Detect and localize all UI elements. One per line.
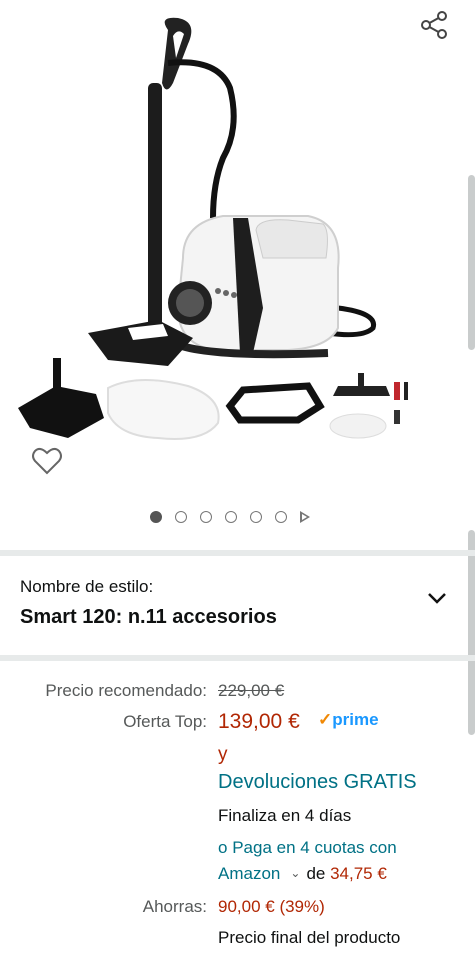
play-arrow-icon[interactable] xyxy=(300,511,310,523)
section-divider xyxy=(0,550,475,556)
style-value[interactable]: Smart 120: n.11 accesorios xyxy=(20,606,277,629)
gallery-pagination[interactable] xyxy=(150,508,310,526)
gallery-dot[interactable] xyxy=(250,511,262,523)
chevron-down-icon[interactable]: ⌄ xyxy=(290,866,300,880)
offer-price: 139,00 € xyxy=(218,710,300,733)
installments-link[interactable]: Paga en 4 cuotas con xyxy=(232,838,396,857)
accessory-triangle-brush xyxy=(18,386,104,438)
style-label: Nombre de estilo: xyxy=(20,577,154,596)
prime-badge: ✓prime xyxy=(318,710,379,730)
rrp-value: 229,00 € xyxy=(218,681,285,700)
installments-link-cont[interactable]: Amazon xyxy=(218,864,280,883)
offer-ends-text: Finaliza en 4 días xyxy=(218,806,352,825)
control-dot xyxy=(223,290,229,296)
installment-amount: 34,75 € xyxy=(330,864,387,883)
product-image[interactable] xyxy=(8,8,408,453)
gallery-dot[interactable] xyxy=(200,511,212,523)
section-divider xyxy=(0,655,475,661)
image-gallery[interactable] xyxy=(0,0,475,550)
steam-hose-upper xyxy=(167,59,237,219)
wheel-hub xyxy=(176,289,204,317)
accessory-frame xyxy=(225,382,325,424)
scrollbar[interactable] xyxy=(468,530,475,735)
accessory-cloth-cover xyxy=(107,379,220,440)
installments-line: o Paga en 4 cuotas con xyxy=(218,838,397,858)
control-dot xyxy=(231,292,237,298)
prime-text: prime xyxy=(332,710,379,729)
offer-label: Oferta Top: xyxy=(123,712,207,731)
savings-label: Ahorras: xyxy=(142,897,207,916)
accessory-brush xyxy=(394,410,400,424)
free-returns-link[interactable]: Devoluciones GRATIS xyxy=(218,771,417,794)
check-icon: ✓ xyxy=(318,710,333,729)
control-dot xyxy=(215,288,221,294)
chevron-down-icon[interactable] xyxy=(424,588,450,608)
installments-line-2: Amazon ⌄ de 34,75 € xyxy=(218,864,387,884)
installments-of: de xyxy=(306,864,326,883)
wand-tube xyxy=(148,83,162,343)
accessory-nozzle-black xyxy=(404,382,408,400)
scrollbar[interactable] xyxy=(468,175,475,350)
final-price-text: Precio final del producto xyxy=(218,928,401,947)
accessory-triangle-stem xyxy=(53,358,61,393)
heart-icon[interactable] xyxy=(30,444,64,478)
installments-prefix: o xyxy=(218,838,228,857)
gallery-dot[interactable] xyxy=(275,511,287,523)
accessory-window-tool-neck xyxy=(358,373,364,388)
savings-value: 90,00 € (39%) xyxy=(218,897,325,916)
accessory-cloth xyxy=(329,413,387,439)
gallery-dot[interactable] xyxy=(175,511,187,523)
gallery-dot[interactable] xyxy=(225,511,237,523)
accessory-nozzle-red xyxy=(394,382,400,400)
share-icon[interactable] xyxy=(418,8,452,42)
water-tank-cap xyxy=(255,219,328,259)
rrp-label: Precio recomendado: xyxy=(45,681,207,700)
and-text: y xyxy=(218,744,228,765)
gallery-dot[interactable] xyxy=(150,511,162,523)
